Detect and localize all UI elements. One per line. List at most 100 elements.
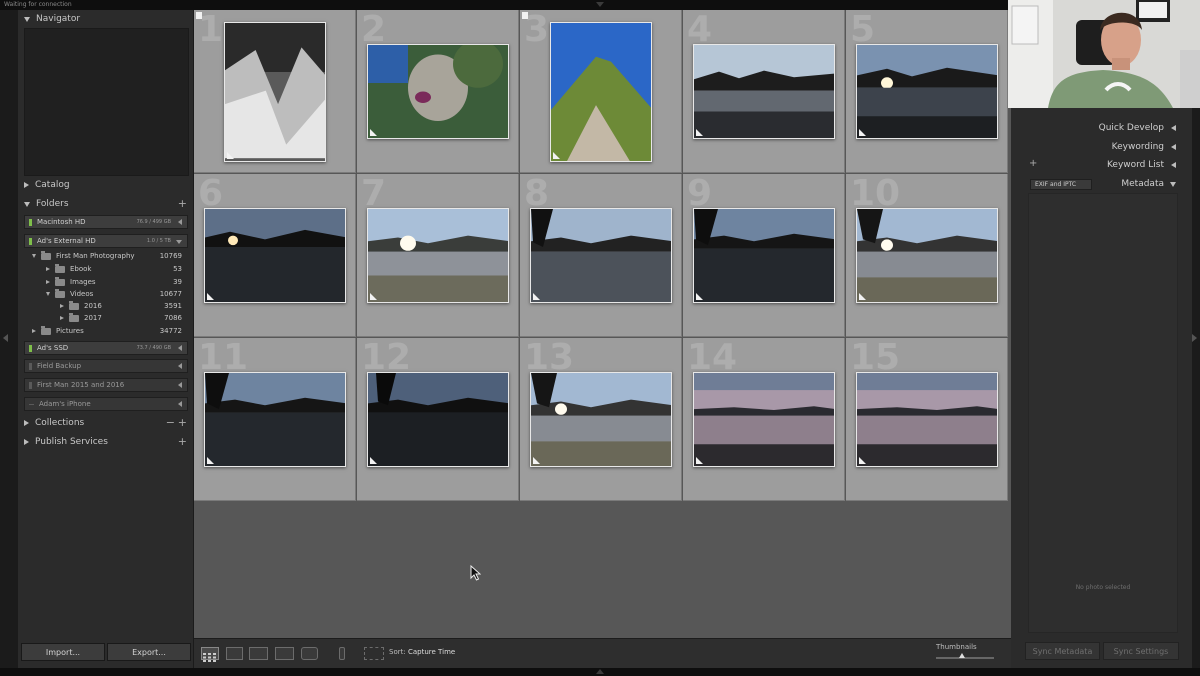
sync-settings-button[interactable]: Sync Settings: [1103, 642, 1179, 660]
add-publish-service-icon[interactable]: +: [178, 435, 187, 448]
pick-flag-icon[interactable]: [196, 12, 202, 19]
grid-cell[interactable]: 3: [520, 10, 682, 173]
folder-expand-icon[interactable]: [46, 292, 50, 296]
grid-cell[interactable]: 14: [683, 338, 845, 501]
grid-cell[interactable]: 5: [846, 10, 1008, 173]
grid-cell[interactable]: 11: [194, 338, 356, 501]
photo-thumbnail[interactable]: [367, 372, 509, 467]
grid-cell[interactable]: 7: [357, 174, 519, 337]
photo-thumbnail[interactable]: [204, 372, 346, 467]
grid-cell[interactable]: 2: [357, 10, 519, 173]
photo-grid[interactable]: 1 2 3 4 5 6 7 8 9 10 11 12 13 14 15: [194, 10, 1011, 638]
filmstrip-toggle-icon[interactable]: [596, 669, 604, 674]
spray-can-icon[interactable]: [339, 647, 345, 660]
grid-cell[interactable]: 15: [846, 338, 1008, 501]
export-button[interactable]: Export...: [107, 643, 191, 661]
folder-expand-icon[interactable]: [32, 329, 36, 333]
volume-macintosh-hd[interactable]: Macintosh HD 76.9 / 499 GB: [24, 215, 188, 229]
grid-view-icon[interactable]: [201, 647, 219, 662]
grid-cell[interactable]: 9: [683, 174, 845, 337]
photo-thumbnail[interactable]: [856, 372, 998, 467]
folder-expand-icon[interactable]: [46, 267, 50, 271]
collections-header[interactable]: Collections − +: [18, 414, 193, 432]
folder-videos[interactable]: Videos: [46, 288, 93, 300]
people-view-icon[interactable]: [301, 647, 318, 660]
volume-field-backup[interactable]: Field Backup: [24, 359, 188, 373]
photo-thumbnail[interactable]: [367, 208, 509, 303]
volume-name: Adam's iPhone: [39, 400, 91, 408]
folder-2017[interactable]: 2017: [60, 312, 102, 324]
metadata-header[interactable]: Metadata: [1004, 175, 1176, 193]
thumbnail-size-slider[interactable]: [936, 657, 994, 659]
remove-collection-icon[interactable]: −: [166, 416, 175, 429]
loupe-view-icon[interactable]: [226, 647, 243, 660]
sort-direction-icon[interactable]: [364, 647, 384, 660]
folders-header[interactable]: Folders +: [18, 195, 193, 213]
folder-images[interactable]: Images: [46, 276, 96, 288]
edit-badge-icon: [533, 293, 540, 300]
navigator-preview[interactable]: [24, 28, 189, 176]
photo-thumbnail[interactable]: [693, 208, 835, 303]
photo-thumbnail[interactable]: [856, 208, 998, 303]
photo-thumbnail[interactable]: [224, 22, 326, 162]
grid-cell[interactable]: 4: [683, 10, 845, 173]
right-panel-toggle-icon[interactable]: [1192, 334, 1197, 342]
photo-thumbnail[interactable]: [693, 44, 835, 139]
folder-ebook[interactable]: Ebook: [46, 263, 92, 275]
catalog-header[interactable]: Catalog: [18, 176, 193, 194]
folder-expand-icon[interactable]: [46, 280, 50, 284]
photo-thumbnail[interactable]: [530, 208, 672, 303]
volume-ssd[interactable]: Ad's SSD 73.7 / 490 GB: [24, 341, 188, 355]
grid-cell[interactable]: 6: [194, 174, 356, 337]
grid-cell[interactable]: 1: [194, 10, 356, 173]
volume-menu-icon[interactable]: [178, 219, 182, 225]
volume-capacity: 73.7 / 490 GB: [136, 345, 171, 351]
grid-cell[interactable]: 13: [520, 338, 682, 501]
keyword-list-header[interactable]: Keyword List: [1004, 156, 1176, 174]
slider-knob[interactable]: [959, 653, 965, 658]
folder-2016[interactable]: 2016: [60, 300, 102, 312]
folder-icon: [55, 276, 65, 286]
photo-thumbnail[interactable]: [693, 372, 835, 467]
bottom-toolbar: Sort: Capture Time Thumbnails: [194, 638, 1011, 668]
sync-metadata-button[interactable]: Sync Metadata: [1025, 642, 1100, 660]
volume-adams-iphone[interactable]: Adam's iPhone: [24, 397, 188, 411]
volume-menu-icon[interactable]: [178, 363, 182, 369]
volume-menu-icon[interactable]: [178, 401, 182, 407]
quick-develop-header[interactable]: Quick Develop: [1004, 119, 1176, 137]
folder-pictures[interactable]: Pictures: [32, 325, 84, 337]
volume-first-man-2015-2016[interactable]: First Man 2015 and 2016: [24, 378, 188, 392]
navigator-header[interactable]: Navigator: [18, 10, 193, 28]
catalog-title: Catalog: [35, 180, 70, 190]
import-button[interactable]: Import...: [21, 643, 105, 661]
photo-thumbnail[interactable]: [367, 44, 509, 139]
photo-thumbnail[interactable]: [204, 208, 346, 303]
photo-thumbnail[interactable]: [530, 372, 672, 467]
add-collection-icon[interactable]: +: [178, 416, 187, 429]
sort-select[interactable]: Capture Time: [408, 648, 455, 656]
left-panel-toggle-icon[interactable]: [3, 334, 8, 342]
grid-cell[interactable]: 8: [520, 174, 682, 337]
keywording-header[interactable]: Keywording: [1004, 138, 1176, 156]
top-panel-toggle-icon[interactable]: [596, 2, 604, 7]
volume-menu-icon[interactable]: [178, 382, 182, 388]
folder-expand-icon[interactable]: [60, 316, 64, 320]
volume-name: Ad's External HD: [37, 237, 96, 245]
folder-expand-icon[interactable]: [32, 254, 36, 258]
pick-flag-icon[interactable]: [522, 12, 528, 19]
survey-view-icon[interactable]: [275, 647, 294, 660]
grid-cell[interactable]: 10: [846, 174, 1008, 337]
compare-view-icon[interactable]: [249, 647, 268, 660]
photo-thumbnail[interactable]: [856, 44, 998, 139]
volume-menu-icon[interactable]: [176, 240, 182, 244]
folder-first-man-photography[interactable]: First Man Photography: [32, 250, 135, 262]
expand-icon: [1171, 125, 1176, 131]
publish-services-header[interactable]: Publish Services +: [18, 433, 193, 451]
grid-cell[interactable]: 12: [357, 338, 519, 501]
add-folder-icon[interactable]: +: [178, 197, 187, 210]
photo-thumbnail[interactable]: [550, 22, 652, 162]
volume-menu-icon[interactable]: [178, 345, 182, 351]
connection-status: Waiting for connection: [4, 1, 72, 8]
folder-expand-icon[interactable]: [60, 304, 64, 308]
volume-external-hd[interactable]: Ad's External HD 1.0 / 5 TB: [24, 234, 188, 248]
